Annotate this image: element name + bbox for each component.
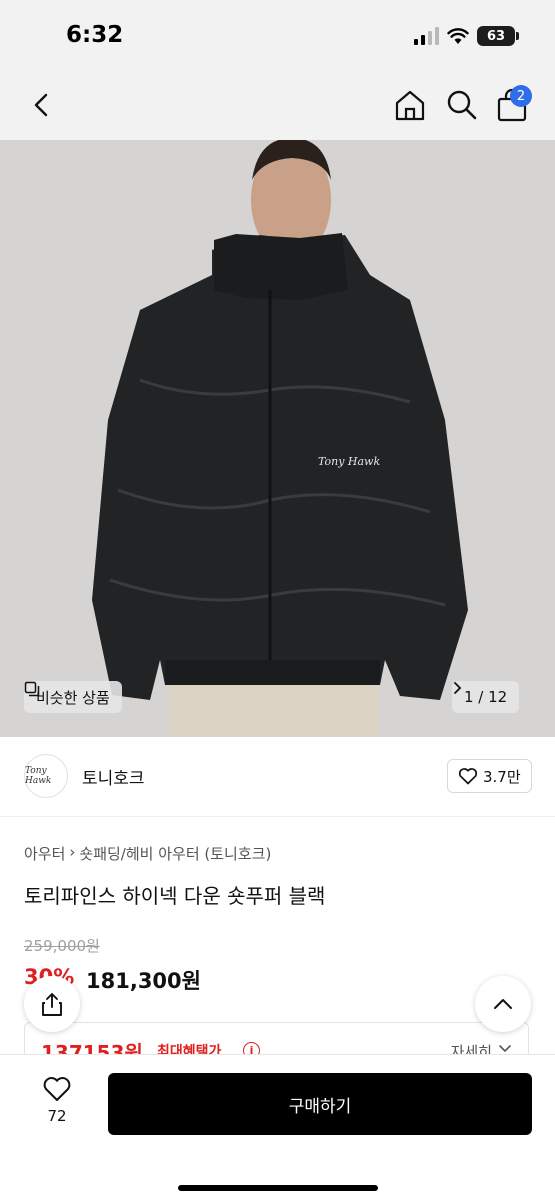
image-page-indicator[interactable]: 1 / 12 <box>452 681 520 713</box>
breadcrumb-item[interactable]: 숏패딩/헤비 아우터 (토니호크) <box>79 843 271 864</box>
brand-logo[interactable]: Tony Hawk <box>24 754 68 798</box>
share-icon <box>42 993 62 1016</box>
product-title: 토리파인스 하이넥 다운 숏푸퍼 블랙 <box>24 884 326 908</box>
brand-like-count: 3.7만 <box>483 767 521 786</box>
product-image[interactable]: Tony Hawk 비슷한 상품 1 / 12 <box>0 140 555 737</box>
original-price: 259,000원 <box>24 937 100 955</box>
product-like-button[interactable]: 72 <box>34 1075 80 1141</box>
status-icons: 63 <box>414 26 519 46</box>
battery-indicator: 63 <box>477 26 519 46</box>
chevron-up-icon <box>494 999 512 1009</box>
signal-icon <box>414 27 439 45</box>
scroll-top-button[interactable] <box>475 976 531 1032</box>
brand-like-button[interactable]: 3.7만 <box>447 759 532 793</box>
cart-count-badge: 2 <box>510 85 532 107</box>
similar-icon <box>24 681 40 697</box>
nav-bar: 2 <box>0 70 555 140</box>
page-indicator-label: 1 / 12 <box>464 688 508 706</box>
bottom-action-bar: 72 구매하기 <box>0 1054 555 1200</box>
share-button[interactable] <box>24 976 80 1032</box>
breadcrumb-item[interactable]: 아우터 <box>24 843 65 864</box>
search-icon[interactable] <box>444 87 480 123</box>
brand-name[interactable]: 토니호크 <box>82 764 145 789</box>
chevron-right-icon <box>454 682 462 694</box>
buy-button[interactable]: 구매하기 <box>108 1073 532 1135</box>
status-bar: 6:32 63 <box>0 0 555 70</box>
status-time: 6:32 <box>66 22 124 48</box>
brand-row[interactable]: Tony Hawk 토니호크 3.7만 <box>0 737 555 817</box>
product-like-count: 72 <box>47 1107 67 1125</box>
product-photo: Tony Hawk <box>0 140 555 737</box>
home-icon[interactable] <box>392 87 428 123</box>
similar-products-button[interactable]: 비슷한 상품 <box>24 681 122 713</box>
heart-icon <box>458 768 478 785</box>
breadcrumb: 아우터 › 숏패딩/헤비 아우터 (토니호크) <box>24 843 271 864</box>
home-indicator <box>178 1185 378 1191</box>
sale-price: 181,300원 <box>86 969 201 993</box>
back-icon[interactable] <box>26 88 60 122</box>
heart-icon <box>43 1077 71 1101</box>
similar-products-label: 비슷한 상품 <box>36 688 110 707</box>
jacket-logo: Tony Hawk <box>318 455 380 468</box>
breadcrumb-separator: › <box>69 843 76 861</box>
wifi-icon <box>447 28 469 44</box>
